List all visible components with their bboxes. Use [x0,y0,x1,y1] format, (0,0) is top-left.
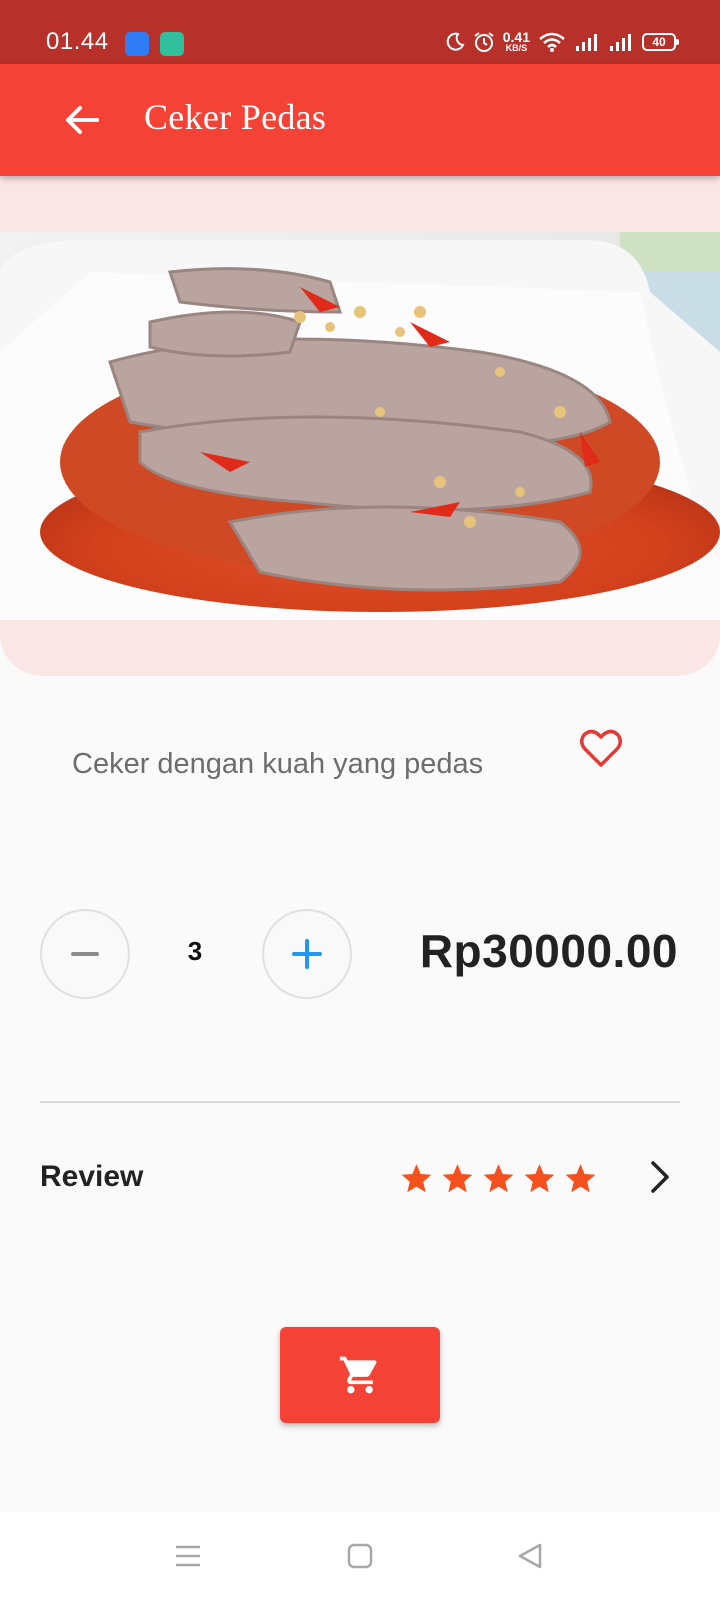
review-row[interactable]: Review [0,1140,720,1210]
arrow-back-icon [66,106,99,134]
moon-icon [446,32,465,51]
quantity-value: 3 [187,936,203,966]
product-description: Ceker dengan kuah yang pedas [72,748,484,780]
add-to-cart-button[interactable] [280,1327,440,1423]
star-icon [483,1164,514,1193]
quantity-increase-button[interactable] [262,909,352,999]
signal-icon-1 [576,33,597,51]
wifi-icon [539,32,565,52]
shopping-cart-icon [339,1356,377,1394]
star-icon [524,1164,555,1193]
alarm-icon [474,31,494,52]
home-square-icon [347,1543,373,1569]
nav-back-button[interactable] [510,1536,550,1576]
star-icon [401,1164,432,1193]
nav-home-button[interactable] [340,1536,380,1576]
quantity-decrease-button[interactable] [40,909,130,999]
app-bar: Ceker Pedas [0,64,720,176]
nav-menu-button[interactable] [168,1536,208,1576]
battery-indicator: 40 [642,32,679,51]
chevron-right-icon[interactable] [646,1160,674,1194]
signal-icon-2 [610,33,631,51]
minus-icon [71,952,99,956]
divider [40,1101,680,1103]
network-speed-unit: KB/S [505,43,528,53]
favorite-button[interactable] [578,725,624,771]
review-label: Review [40,1160,144,1193]
menu-icon [176,1545,200,1567]
network-speed: 0.41 KB/S [503,30,530,53]
network-speed-value: 0.41 [502,29,530,45]
android-notification-icon [125,32,149,56]
system-navigation-bar [0,1512,720,1600]
star-icon [565,1164,596,1193]
plus-icon [292,939,322,969]
status-bar: 01.44 0.41 KB/S 40 [0,0,720,64]
back-button[interactable] [56,94,108,146]
product-image-panel [0,176,720,676]
product-price: Rp30000.00 [419,925,678,977]
back-triangle-icon [518,1543,542,1569]
chat-notification-icon [160,32,184,56]
heart-outline-icon [580,729,622,767]
status-indicators: 0.41 KB/S 40 [445,30,679,53]
product-detail-screen: 01.44 0.41 KB/S 40 Ceker Pedas Ceker den… [0,0,720,1600]
rating-stars [400,1162,597,1195]
food-photo [0,232,720,620]
page-title: Ceker Pedas [144,97,327,137]
status-time: 01.44 [46,28,109,55]
star-icon [442,1164,473,1193]
